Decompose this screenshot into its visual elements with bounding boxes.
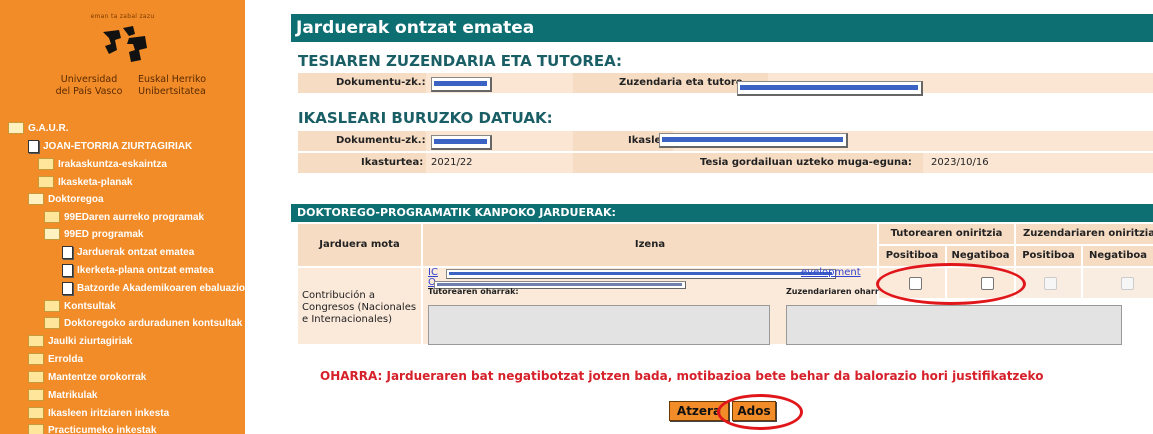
sidebar-item-label: G.A.U.R. bbox=[28, 123, 69, 134]
sidebar-item[interactable]: Doktoregoko arduradunen kontsultak bbox=[44, 316, 242, 332]
sidebar-item[interactable]: Errolda bbox=[28, 352, 83, 368]
sidebar-item[interactable]: Mantentze orokorrak bbox=[28, 370, 146, 386]
activity-link-suffix[interactable]: evelopment bbox=[801, 267, 861, 278]
folder-icon bbox=[28, 407, 44, 420]
folder-icon bbox=[28, 371, 44, 384]
sidebar-item-label: Matrikulak bbox=[48, 390, 98, 401]
director-notes-textarea[interactable] bbox=[786, 305, 1122, 345]
logo-text-es: Universidad del País Vasco bbox=[55, 74, 123, 97]
sidebar-item-label: JOAN-ETORRIA ZIURTAGIRIAK bbox=[43, 141, 193, 152]
sidebar-item-label: Mantentze orokorrak bbox=[48, 372, 147, 383]
year-label: Ikasturtea: bbox=[361, 157, 424, 168]
university-logo: eman ta zabal zazu Universidad del País V… bbox=[0, 0, 245, 108]
sidebar-item[interactable]: Batzorde Akademikoaren ebaluazioa bbox=[62, 281, 245, 297]
document-icon bbox=[62, 281, 73, 295]
director-negative-header: Negatiboa bbox=[1083, 246, 1153, 266]
warning-note: OHARRA: Jardueraren bat negatibotzat jot… bbox=[320, 369, 1044, 383]
sidebar-item-label: Doktoregoko arduradunen kontsultak bbox=[64, 318, 243, 329]
student-doc-label: Dokumentu-zk.: bbox=[336, 135, 426, 146]
folder-icon bbox=[38, 158, 54, 171]
sidebar-item[interactable]: Matrikulak bbox=[28, 388, 97, 404]
deadline-value: 2023/10/16 bbox=[931, 157, 989, 168]
folder-icon bbox=[28, 335, 44, 348]
col-activity-type: Jarduera mota bbox=[298, 224, 421, 266]
folder-open-icon bbox=[44, 228, 60, 241]
folder-icon bbox=[28, 389, 44, 402]
sidebar-item[interactable]: 99ED programak bbox=[44, 227, 143, 243]
sidebar-item-label: Jaulki ziurtagiriak bbox=[48, 336, 133, 347]
director-name-label: Zuzendaria eta tutore bbox=[619, 77, 743, 88]
sidebar-item-label: Doktoregoa bbox=[48, 194, 104, 205]
activities-section-title: DOKTOREGO-PROGRAMATIK KANPOKO JARDUERAK: bbox=[291, 204, 1153, 222]
folder-icon bbox=[44, 211, 60, 224]
annotation-circle-ok bbox=[717, 394, 803, 430]
sidebar-item-label: Errolda bbox=[48, 354, 84, 365]
sidebar-item[interactable]: Jarduerak ontzat ematea bbox=[62, 245, 194, 261]
sidebar-item[interactable]: Jaulki ziurtagiriak bbox=[28, 334, 132, 350]
activity-type-cell: Contribución a Congresos (Nacionales e I… bbox=[302, 290, 417, 325]
sidebar-item-label: Practicumeko inkestak bbox=[48, 425, 157, 434]
sidebar-item[interactable]: 99EDaren aurreko programak bbox=[44, 210, 204, 226]
document-icon bbox=[28, 139, 39, 153]
section-director-title: TESIAREN ZUZENDARIA ETA TUTOREA: bbox=[298, 52, 623, 70]
director-positive-header: Positiboa bbox=[1016, 246, 1081, 266]
sidebar-item[interactable]: Irakaskuntza-eskaintza bbox=[38, 157, 167, 173]
sidebar-item[interactable]: Ikasleen iritziaren inkesta bbox=[28, 406, 169, 422]
col-director-approval: Zuzendariaren oniritzia bbox=[1016, 224, 1153, 244]
director-negative-checkbox bbox=[1121, 277, 1134, 290]
sidebar-item-label: 99ED programak bbox=[64, 229, 144, 240]
folder-icon bbox=[28, 424, 44, 434]
sidebar-item-label: Ikasleen iritziaren inkesta bbox=[48, 408, 170, 419]
deadline-label: Tesia gordailuan uzteko muga-eguna: bbox=[700, 157, 912, 168]
sidebar-item[interactable]: Practicumeko inkestak bbox=[28, 423, 156, 434]
document-icon bbox=[62, 263, 73, 277]
student-doc-field[interactable] bbox=[431, 135, 492, 150]
col-tutor-approval: Tutorearen oniritzia bbox=[879, 224, 1014, 244]
university-emblem-icon bbox=[103, 26, 147, 62]
section-student-title: IKASLEARI BURUZKO DATUAK: bbox=[298, 109, 553, 127]
sidebar-item-label: Ikerketa-plana ontzat ematea bbox=[77, 265, 214, 276]
director-positive-checkbox bbox=[1044, 277, 1057, 290]
sidebar-item-label: Ikasketa-planak bbox=[58, 177, 133, 188]
student-name-field[interactable] bbox=[659, 133, 848, 148]
folder-open-icon bbox=[28, 193, 44, 206]
sidebar-item-label: Irakaskuntza-eskaintza bbox=[58, 159, 167, 170]
sidebar-item[interactable]: Ikerketa-plana ontzat ematea bbox=[62, 263, 214, 279]
director-doc-field[interactable] bbox=[431, 77, 492, 92]
folder-icon bbox=[38, 176, 54, 189]
folder-icon bbox=[44, 317, 60, 330]
annotation-circle-checkboxes bbox=[876, 263, 1026, 305]
director-name-field[interactable] bbox=[737, 81, 923, 96]
folder-open-icon bbox=[8, 122, 24, 135]
folder-icon bbox=[28, 353, 44, 366]
logo-motto: eman ta zabal zazu bbox=[90, 13, 155, 20]
col-activity-name: Izena bbox=[423, 224, 877, 266]
sidebar-item[interactable]: Kontsultak bbox=[44, 299, 116, 315]
director-doc-label: Dokumentu-zk.: bbox=[336, 77, 426, 88]
sidebar-item-label: Kontsultak bbox=[64, 301, 116, 312]
sidebar-item-label: Batzorde Akademikoaren ebaluazioa bbox=[77, 283, 245, 294]
sidebar-item[interactable]: Doktoregoa bbox=[28, 192, 104, 208]
sidebar-item-label: Jarduerak ontzat ematea bbox=[77, 247, 195, 258]
logo-text-eu: Euskal Herriko Unibertsitatea bbox=[137, 74, 207, 97]
page-title: Jarduerak ontzat ematea bbox=[291, 14, 1153, 42]
activity-link-redacted bbox=[446, 269, 836, 279]
document-icon bbox=[62, 245, 73, 259]
sidebar-item-label: 99EDaren aurreko programak bbox=[64, 212, 205, 223]
sidebar: eman ta zabal zazu Universidad del País V… bbox=[0, 0, 245, 434]
tutor-notes-label: Tutorearen oharrak: bbox=[428, 287, 519, 296]
year-value: 2021/22 bbox=[431, 157, 473, 168]
sidebar-item[interactable]: Ikasketa-planak bbox=[38, 175, 133, 191]
folder-icon bbox=[44, 300, 60, 313]
sidebar-item[interactable]: G.A.U.R. bbox=[8, 121, 69, 137]
sidebar-item[interactable]: JOAN-ETORRIA ZIURTAGIRIAK bbox=[28, 139, 192, 155]
tutor-notes-textarea[interactable] bbox=[428, 305, 770, 345]
